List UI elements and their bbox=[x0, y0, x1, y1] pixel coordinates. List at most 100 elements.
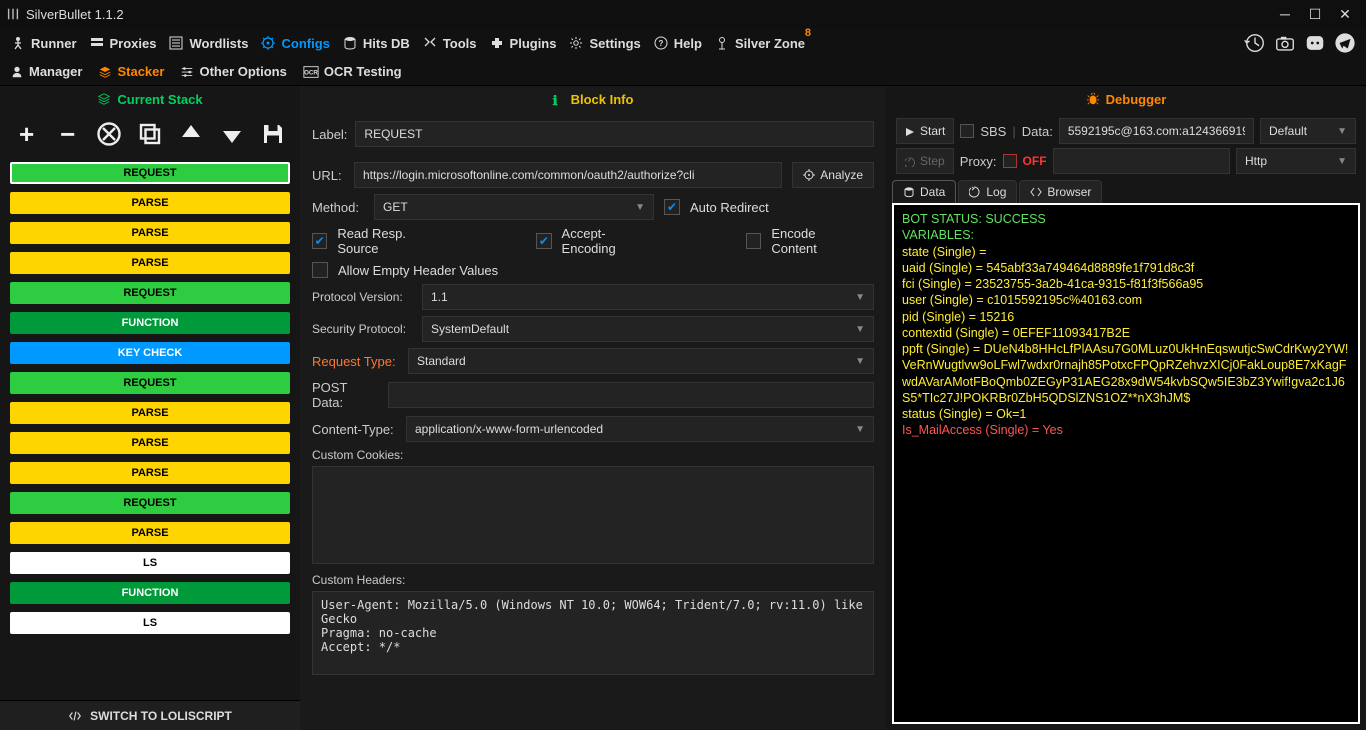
help-icon: ? bbox=[653, 35, 669, 51]
runner-icon bbox=[10, 35, 26, 51]
stack-block[interactable]: LS bbox=[10, 552, 290, 574]
contenttype-select[interactable]: application/x-www-form-urlencoded▼ bbox=[406, 416, 874, 442]
clear-block-button[interactable] bbox=[94, 119, 124, 149]
auto-redirect-checkbox[interactable] bbox=[664, 199, 680, 215]
sbs-checkbox[interactable] bbox=[960, 124, 974, 138]
discord-icon[interactable] bbox=[1304, 32, 1326, 54]
url-input[interactable] bbox=[354, 162, 782, 188]
step-button[interactable]: Step bbox=[896, 148, 954, 174]
cookies-textarea[interactable] bbox=[312, 466, 874, 564]
remove-block-button[interactable]: − bbox=[53, 119, 83, 149]
read-resp-checkbox[interactable] bbox=[312, 233, 327, 249]
nav-help[interactable]: ? Help bbox=[653, 35, 702, 51]
tab-data[interactable]: Data bbox=[892, 180, 956, 203]
proxy-type-select[interactable]: Http▼ bbox=[1236, 148, 1356, 174]
silverzone-icon bbox=[714, 35, 730, 51]
telegram-icon[interactable] bbox=[1334, 32, 1356, 54]
history-icon[interactable] bbox=[1244, 32, 1266, 54]
block-info-panel: ℹ Block Info Label: URL: Analyze Method:… bbox=[300, 86, 886, 730]
nav-hitsdb[interactable]: Hits DB bbox=[342, 35, 410, 51]
data-label: Data: bbox=[1022, 124, 1053, 139]
subnav-manager[interactable]: Manager bbox=[10, 64, 82, 79]
stack-block[interactable]: FUNCTION bbox=[10, 312, 290, 334]
stack-block[interactable]: REQUEST bbox=[10, 492, 290, 514]
window-maximize-button[interactable]: ☐ bbox=[1300, 3, 1330, 25]
info-icon: ℹ bbox=[553, 93, 565, 105]
subnav-stacker[interactable]: Stacker bbox=[98, 64, 164, 79]
reqtype-select[interactable]: Standard▼ bbox=[408, 348, 874, 374]
stack-block[interactable]: PARSE bbox=[10, 252, 290, 274]
stack-block[interactable]: PARSE bbox=[10, 192, 290, 214]
camera-icon[interactable] bbox=[1274, 32, 1296, 54]
stack-block[interactable]: LS bbox=[10, 612, 290, 634]
nav-silverzone[interactable]: Silver Zone 8 bbox=[714, 35, 805, 51]
nav-proxies[interactable]: Proxies bbox=[89, 35, 157, 51]
add-block-button[interactable]: + bbox=[12, 119, 42, 149]
code-icon bbox=[68, 709, 82, 723]
cookies-label: Custom Cookies: bbox=[312, 448, 874, 462]
stack-block[interactable]: PARSE bbox=[10, 462, 290, 484]
proxy-label: Proxy: bbox=[960, 154, 997, 169]
window-close-button[interactable]: ✕ bbox=[1330, 3, 1360, 25]
data-tab-icon bbox=[903, 186, 915, 198]
stack-block[interactable]: PARSE bbox=[10, 402, 290, 424]
nav-settings[interactable]: Settings bbox=[568, 35, 640, 51]
bug-icon bbox=[1086, 92, 1100, 106]
subnav-other[interactable]: Other Options bbox=[180, 64, 286, 79]
nav-wordlists[interactable]: Wordlists bbox=[168, 35, 248, 51]
stack-block[interactable]: FUNCTION bbox=[10, 582, 290, 604]
move-down-button[interactable] bbox=[217, 119, 247, 149]
switch-loliscript-button[interactable]: SWITCH TO LOLISCRIPT bbox=[0, 700, 300, 730]
nav-tools[interactable]: Tools bbox=[422, 35, 477, 51]
tools-icon bbox=[422, 35, 438, 51]
nav-configs[interactable]: Configs bbox=[260, 35, 329, 51]
manager-icon bbox=[10, 65, 24, 79]
wordlist-type-select[interactable]: Default▼ bbox=[1260, 118, 1356, 144]
subnav-ocr[interactable]: OCR OCR Testing bbox=[303, 64, 402, 79]
stack-block[interactable]: REQUEST bbox=[10, 162, 290, 184]
start-button[interactable]: Start bbox=[896, 118, 954, 144]
proto-label: Protocol Version: bbox=[312, 290, 412, 304]
proxy-checkbox[interactable] bbox=[1003, 154, 1017, 168]
stack-block[interactable]: REQUEST bbox=[10, 372, 290, 394]
method-select[interactable]: GET▼ bbox=[374, 194, 654, 220]
left-panel: Current Stack + − REQUESTPARSEPARSEPARSE… bbox=[0, 86, 300, 730]
browser-tab-icon bbox=[1030, 186, 1042, 198]
block-label-input[interactable] bbox=[355, 121, 874, 147]
nav-plugins[interactable]: Plugins bbox=[489, 35, 557, 51]
block-info-header: ℹ Block Info bbox=[300, 86, 886, 112]
copy-block-button[interactable] bbox=[135, 119, 165, 149]
method-label: Method: bbox=[312, 200, 364, 215]
stack-list[interactable]: REQUEST PARSE PARSE PARSE REQUEST FUNCTION KEY… bbox=[0, 156, 300, 700]
tab-log[interactable]: Log bbox=[958, 180, 1017, 203]
analyze-button[interactable]: Analyze bbox=[792, 162, 874, 188]
settings-icon bbox=[568, 35, 584, 51]
tab-browser[interactable]: Browser bbox=[1019, 180, 1102, 203]
postdata-input[interactable] bbox=[388, 382, 874, 408]
stack-block[interactable]: KEY CHECK bbox=[10, 342, 290, 364]
secproto-select[interactable]: SystemDefault▼ bbox=[422, 316, 874, 342]
encode-content-label: Encode Content bbox=[771, 226, 860, 256]
headers-textarea[interactable] bbox=[312, 591, 874, 675]
accept-encoding-checkbox[interactable] bbox=[536, 233, 551, 249]
stack-block[interactable]: PARSE bbox=[10, 522, 290, 544]
auto-redirect-label: Auto Redirect bbox=[690, 200, 769, 215]
stack-block[interactable]: PARSE bbox=[10, 222, 290, 244]
label-label: Label: bbox=[312, 127, 347, 142]
target-icon bbox=[803, 169, 815, 181]
save-button[interactable] bbox=[258, 119, 288, 149]
nav-runner[interactable]: Runner bbox=[10, 35, 77, 51]
proto-select[interactable]: 1.1▼ bbox=[422, 284, 874, 310]
debugger-console[interactable]: BOT STATUS: SUCCESSVARIABLES:state (Sing… bbox=[892, 203, 1360, 724]
plugins-icon bbox=[489, 35, 505, 51]
stacker-icon bbox=[98, 65, 112, 79]
stack-block[interactable]: PARSE bbox=[10, 432, 290, 454]
window-minimize-button[interactable]: ─ bbox=[1270, 3, 1300, 25]
allow-empty-checkbox[interactable] bbox=[312, 262, 328, 278]
encode-content-checkbox[interactable] bbox=[746, 233, 761, 249]
move-up-button[interactable] bbox=[176, 119, 206, 149]
postdata-label: POST Data: bbox=[312, 380, 378, 410]
proxy-input[interactable] bbox=[1053, 148, 1230, 174]
stack-block[interactable]: REQUEST bbox=[10, 282, 290, 304]
data-input[interactable] bbox=[1059, 118, 1254, 144]
